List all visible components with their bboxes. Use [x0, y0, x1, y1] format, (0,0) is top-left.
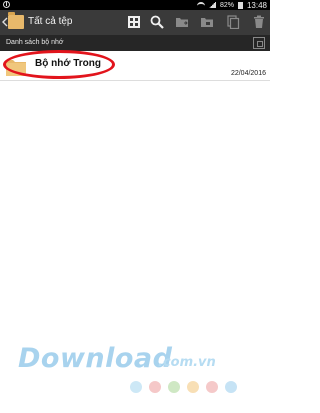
signal-icon	[208, 2, 216, 8]
copy-folder-icon[interactable]	[200, 15, 214, 29]
storage-date: 22/04/2016	[230, 70, 266, 77]
clock: 13:48	[246, 0, 267, 10]
folder-icon	[6, 60, 26, 76]
watermark-dots	[130, 381, 237, 393]
app-bar: Tất cả tệp	[0, 10, 270, 35]
watermark-dot	[168, 381, 180, 393]
folder-icon	[8, 12, 24, 29]
battery-icon	[237, 1, 243, 9]
notification-icon	[3, 1, 10, 8]
move-folder-icon[interactable]	[175, 15, 189, 29]
storage-name: Bộ nhớ Trong	[35, 58, 101, 69]
watermark-brand: Download	[18, 343, 173, 374]
list-header-label: Danh sách bộ nhớ	[6, 39, 64, 46]
select-all-icon[interactable]	[127, 15, 141, 29]
list-header: Danh sách bộ nhớ	[0, 35, 270, 51]
status-bar: 82% 13:48	[0, 0, 270, 10]
watermark-dot	[187, 381, 199, 393]
watermark-dot	[130, 381, 142, 393]
copy-icon[interactable]	[226, 15, 240, 29]
watermark-suffix: .com.vn	[158, 355, 216, 370]
watermark-dot	[149, 381, 161, 393]
watermark-dot	[225, 381, 237, 393]
delete-icon[interactable]	[252, 15, 266, 29]
wifi-icon	[196, 2, 205, 8]
page-title: Tất cả tệp	[28, 16, 73, 27]
watermark-dot	[206, 381, 218, 393]
search-icon[interactable]	[150, 15, 164, 29]
watermark: Download .com.vn	[18, 343, 258, 403]
status-right: 82% 13:48	[196, 0, 267, 10]
battery-percent: 82%	[219, 1, 234, 9]
grid-view-icon[interactable]	[253, 37, 265, 49]
list-item[interactable]: Bộ nhớ Trong 22/04/2016	[0, 51, 270, 81]
